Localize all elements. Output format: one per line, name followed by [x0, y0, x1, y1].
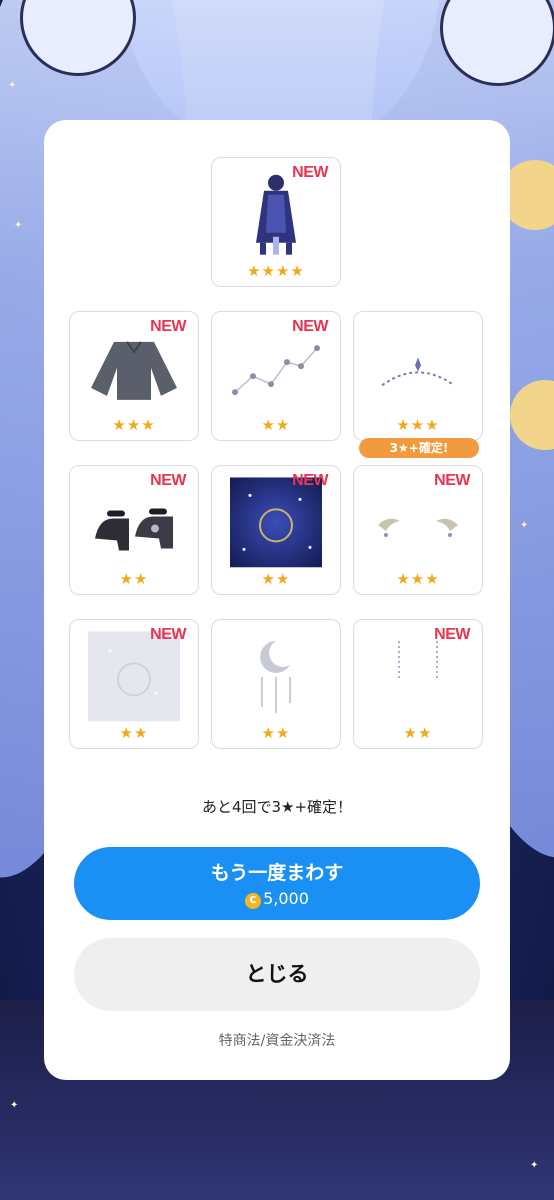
- spin-again-label: もう一度まわす: [210, 862, 344, 884]
- result-item-card[interactable]: ★★: [211, 619, 341, 749]
- rarity-stars: ★★★: [112, 416, 156, 434]
- result-item-card[interactable]: NEW ★★: [211, 311, 341, 441]
- rarity-stars: ★★★★: [247, 262, 305, 280]
- guarantee-badge: 3★+確定!: [359, 438, 479, 458]
- constellation-icon: [231, 340, 321, 404]
- new-label: NEW: [292, 318, 328, 335]
- ear-ornament-icon: [376, 511, 460, 545]
- rarity-stars: ★★: [403, 724, 433, 742]
- moon-earrings-icon: [383, 637, 453, 721]
- result-item-card[interactable]: NEW ★★: [69, 465, 199, 595]
- guarantee-countdown-text: あと4回で3★+確定！: [201, 798, 353, 816]
- result-item-card[interactable]: NEW ★★: [353, 619, 483, 749]
- dress-outfit-icon: [246, 173, 306, 261]
- sparkle-icon: ✦: [10, 1100, 19, 1111]
- new-label: NEW: [150, 626, 186, 643]
- result-item-card[interactable]: NEW ★★★: [353, 465, 483, 595]
- spin-cost-value: 5,000: [263, 889, 309, 908]
- sparkle-icon: ✦: [520, 520, 529, 531]
- rarity-stars: ★★: [119, 570, 149, 588]
- result-item-card[interactable]: NEW ★★★★: [211, 157, 341, 287]
- result-item-card[interactable]: NEW ★★: [211, 465, 341, 595]
- new-label: NEW: [434, 472, 470, 489]
- spin-again-button[interactable]: もう一度まわす C 5,000: [74, 847, 480, 920]
- gacha-result-dialog: NEW ★★★★ NEW ★★★ NEW ★★ ★★★ 3★+確定! NEW ★…: [44, 120, 510, 1080]
- silver-background-icon: [88, 631, 180, 725]
- coin-icon: C: [245, 893, 262, 909]
- sparkle-icon: ✦: [530, 1160, 539, 1171]
- close-button[interactable]: とじる: [74, 938, 480, 1011]
- rarity-stars: ★★: [261, 570, 291, 588]
- starry-background-icon: [230, 477, 322, 571]
- rarity-stars: ★★: [261, 724, 291, 742]
- result-item-card[interactable]: NEW ★★★: [69, 311, 199, 441]
- rarity-stars: ★★: [119, 724, 149, 742]
- tiara-icon: [378, 351, 458, 395]
- result-item-card[interactable]: NEW ★★: [69, 619, 199, 749]
- result-grid: NEW ★★★★ NEW ★★★ NEW ★★ ★★★ 3★+確定! NEW ★…: [44, 120, 510, 1080]
- sparkle-icon: ✦: [14, 220, 23, 231]
- result-item-card[interactable]: ★★★: [353, 311, 483, 441]
- new-label: NEW: [292, 472, 328, 489]
- rarity-stars: ★★★: [396, 416, 440, 434]
- gray-blouse-icon: [89, 338, 179, 406]
- sparkle-icon: ✦: [8, 80, 17, 91]
- new-label: NEW: [150, 318, 186, 335]
- new-label: NEW: [150, 472, 186, 489]
- new-label: NEW: [292, 164, 328, 181]
- black-heels-icon: [89, 489, 179, 563]
- spin-cost: C 5,000: [74, 889, 480, 909]
- new-label: NEW: [434, 626, 470, 643]
- rarity-stars: ★★★: [396, 570, 440, 588]
- legal-notice-link[interactable]: 特商法/資金決済法: [44, 1030, 510, 1050]
- moon-pendant-icon: [246, 637, 306, 721]
- rarity-stars: ★★: [261, 416, 291, 434]
